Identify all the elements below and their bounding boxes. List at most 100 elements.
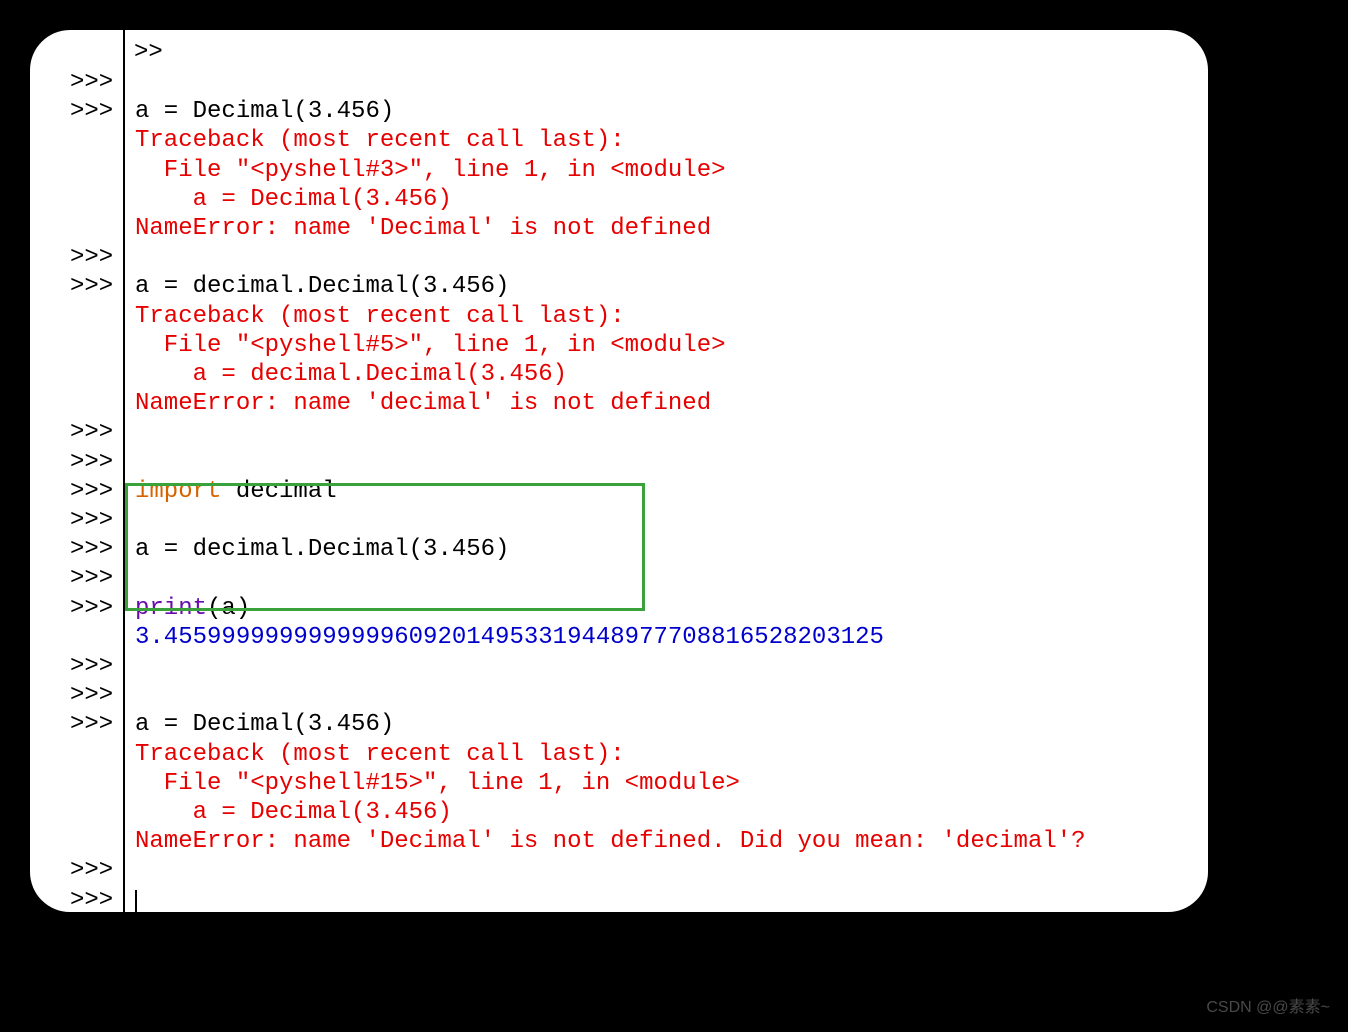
- code-segment: Traceback (most recent call last):: [135, 127, 625, 154]
- line-content: [125, 652, 135, 681]
- shell-line: NameError: name 'Decimal' is not defined: [30, 214, 1208, 243]
- prompt: >>>: [30, 681, 125, 710]
- prompt: [30, 798, 125, 827]
- line-content: [125, 448, 135, 477]
- shell-line: >>>: [30, 243, 1208, 272]
- line-content: import decimal: [125, 477, 337, 506]
- line-content: a = Decimal(3.456): [125, 710, 394, 739]
- shell-lines: >>>>>>a = Decimal(3.456)Traceback (most …: [30, 68, 1208, 912]
- prompt: [30, 389, 125, 418]
- shell-line: >>>: [30, 418, 1208, 447]
- watermark: CSDN @@素素~: [1206, 993, 1330, 1022]
- line-content: File "<pyshell#5>", line 1, in <module>: [125, 331, 726, 360]
- shell-line: Traceback (most recent call last):: [30, 126, 1208, 155]
- prompt: >>>: [30, 856, 125, 885]
- code-segment: 3.45599999999999996092014953319448977708…: [135, 624, 884, 651]
- prompt: >>>: [30, 564, 125, 593]
- line-content: a = Decimal(3.456): [125, 97, 394, 126]
- line-content: print(a): [125, 594, 250, 623]
- line-content: 3.45599999999999996092014953319448977708…: [125, 623, 884, 652]
- prompt: >>>: [30, 886, 125, 912]
- code-segment: NameError: name 'Decimal' is not defined…: [135, 828, 1086, 855]
- line-content: [125, 418, 135, 447]
- code-segment: a = Decimal(3.456): [135, 186, 452, 213]
- line-content: Traceback (most recent call last):: [125, 740, 625, 769]
- code-segment: (a): [207, 595, 250, 622]
- prompt-gutter-top: >>: [82, 30, 125, 68]
- code-segment: NameError: name 'Decimal' is not defined: [135, 215, 711, 242]
- shell-line: >>>: [30, 681, 1208, 710]
- prompt: >>>: [30, 535, 125, 564]
- line-content: a = decimal.Decimal(3.456): [125, 272, 509, 301]
- shell-line: >>>print(a): [30, 594, 1208, 623]
- code-segment: File "<pyshell#5>", line 1, in <module>: [135, 332, 726, 359]
- prompt: >>>: [30, 710, 125, 739]
- prompt: >>>: [30, 68, 125, 97]
- prompt: [30, 331, 125, 360]
- shell-line: >>>: [30, 448, 1208, 477]
- code-segment: Traceback (most recent call last):: [135, 741, 625, 768]
- code-segment: a = Decimal(3.456): [135, 711, 394, 738]
- code-segment: Traceback (most recent call last):: [135, 303, 625, 330]
- line-content: Traceback (most recent call last):: [125, 126, 625, 155]
- shell-line: File "<pyshell#3>", line 1, in <module>: [30, 156, 1208, 185]
- prompt: [30, 302, 125, 331]
- prompt: >>>: [30, 506, 125, 535]
- code-segment: File "<pyshell#15>", line 1, in <module>: [135, 770, 740, 797]
- line-content: a = decimal.Decimal(3.456): [125, 535, 509, 564]
- shell-line: >>>: [30, 506, 1208, 535]
- line-content: [125, 856, 135, 885]
- line-content: [125, 564, 135, 593]
- shell-line: >>>a = Decimal(3.456): [30, 97, 1208, 126]
- shell-line: a = Decimal(3.456): [30, 798, 1208, 827]
- shell-line: >>> a = Decimal(3.456): [30, 710, 1208, 739]
- partial-prompt: >>: [134, 38, 163, 67]
- prompt: >>>: [30, 448, 125, 477]
- shell-line: >>>: [30, 564, 1208, 593]
- prompt: [30, 769, 125, 798]
- shell-line: >>>import decimal: [30, 477, 1208, 506]
- prompt: [30, 827, 125, 856]
- shell-line: a = Decimal(3.456): [30, 185, 1208, 214]
- prompt: >>>: [30, 272, 125, 301]
- code-segment: File "<pyshell#3>", line 1, in <module>: [135, 157, 726, 184]
- python-shell-window: >> >>>>>>a = Decimal(3.456)Traceback (mo…: [30, 30, 1208, 912]
- prompt: >>>: [30, 243, 125, 272]
- code-segment: NameError: name 'decimal' is not defined: [135, 390, 711, 417]
- shell-line: >>>: [30, 652, 1208, 681]
- text-cursor: [135, 890, 137, 912]
- code-segment: decimal: [221, 478, 336, 505]
- line-content: [125, 68, 135, 97]
- shell-line: >>>: [30, 68, 1208, 97]
- shell-line: 3.45599999999999996092014953319448977708…: [30, 623, 1208, 652]
- line-content: NameError: name 'Decimal' is not defined…: [125, 827, 1086, 856]
- shell-line: >>>: [30, 886, 1208, 912]
- shell-line: NameError: name 'Decimal' is not defined…: [30, 827, 1208, 856]
- prompt: [30, 126, 125, 155]
- line-content: File "<pyshell#3>", line 1, in <module>: [125, 156, 726, 185]
- prompt: [30, 185, 125, 214]
- prompt: >>>: [30, 418, 125, 447]
- prompt: >>>: [30, 594, 125, 623]
- line-content: NameError: name 'Decimal' is not defined: [125, 214, 711, 243]
- prompt: [30, 214, 125, 243]
- prompt: [30, 156, 125, 185]
- shell-line: File "<pyshell#5>", line 1, in <module>: [30, 331, 1208, 360]
- shell-line: File "<pyshell#15>", line 1, in <module>: [30, 769, 1208, 798]
- code-segment: import: [135, 478, 221, 505]
- line-content: [125, 681, 135, 710]
- code-segment: a = decimal.Decimal(3.456): [135, 273, 509, 300]
- line-content: [125, 886, 137, 912]
- code-area[interactable]: >> >>>>>>a = Decimal(3.456)Traceback (mo…: [30, 30, 1208, 912]
- prompt: >>>: [30, 477, 125, 506]
- code-segment: a = decimal.Decimal(3.456): [135, 536, 509, 563]
- prompt: [30, 740, 125, 769]
- shell-line: Traceback (most recent call last):: [30, 740, 1208, 769]
- shell-line: Traceback (most recent call last):: [30, 302, 1208, 331]
- code-segment: print: [135, 595, 207, 622]
- line-content: [125, 243, 135, 272]
- prompt: [30, 360, 125, 389]
- line-content: a = Decimal(3.456): [125, 185, 452, 214]
- line-content: Traceback (most recent call last):: [125, 302, 625, 331]
- code-segment: a = decimal.Decimal(3.456): [135, 361, 567, 388]
